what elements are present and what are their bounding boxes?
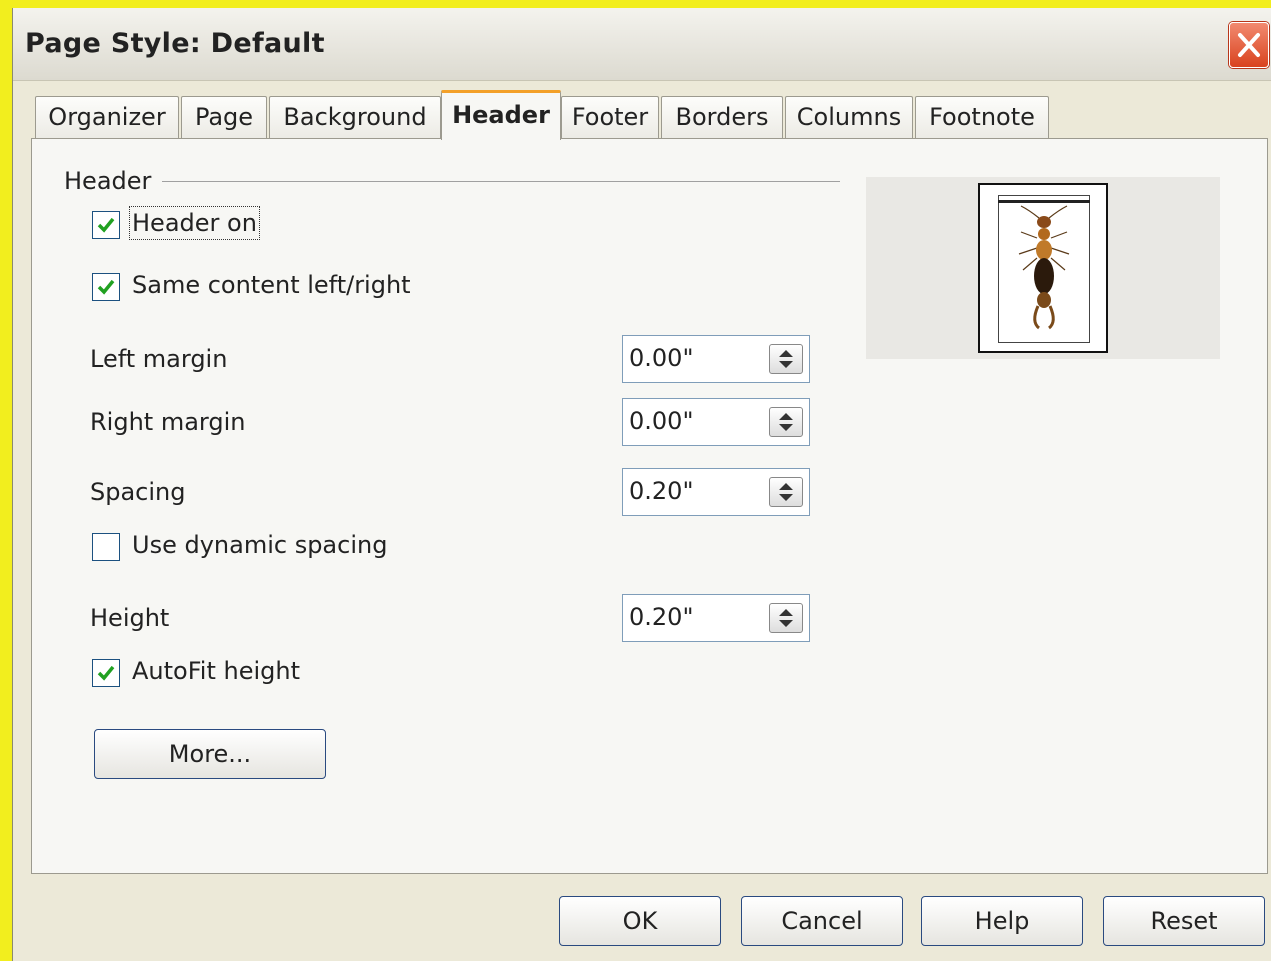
reset-button[interactable]: Reset (1103, 896, 1265, 946)
same-content-label: Same content left/right (132, 271, 411, 299)
cancel-button[interactable]: Cancel (741, 896, 903, 946)
left-margin-value[interactable]: 0.00" (629, 344, 693, 372)
autofit-height-label: AutoFit height (132, 657, 300, 685)
spacing-spin-button[interactable] (769, 477, 803, 507)
spacing-spinbox[interactable]: 0.20" (622, 468, 810, 516)
section-divider (162, 181, 840, 182)
help-button[interactable]: Help (921, 896, 1083, 946)
tab-header[interactable]: Header (441, 90, 561, 140)
close-button[interactable] (1229, 22, 1269, 68)
tab-organizer[interactable]: Organizer (35, 96, 179, 138)
autofit-height-checkbox[interactable] (92, 659, 120, 687)
height-spin-button[interactable] (769, 603, 803, 633)
checkmark-icon (97, 665, 115, 681)
page-style-dialog: Page Style: Default Organizer Page Backg… (12, 8, 1271, 961)
spin-arrows-icon (779, 413, 793, 431)
preview-page (978, 183, 1108, 353)
header-section-title: Header (64, 167, 152, 195)
spin-arrows-icon (779, 609, 793, 627)
title-bar[interactable]: Page Style: Default (13, 8, 1271, 81)
tab-columns[interactable]: Columns (785, 96, 913, 138)
left-margin-label: Left margin (90, 345, 228, 373)
right-margin-value[interactable]: 0.00" (629, 407, 693, 435)
earwig-insect-icon (1018, 205, 1070, 330)
left-margin-spin-button[interactable] (769, 344, 803, 374)
spin-arrows-icon (779, 483, 793, 501)
window-title: Page Style: Default (25, 28, 325, 59)
left-margin-spinbox[interactable]: 0.00" (622, 335, 810, 383)
spacing-label: Spacing (90, 478, 186, 506)
tab-borders[interactable]: Borders (661, 96, 783, 138)
ok-button[interactable]: OK (559, 896, 721, 946)
height-spinbox[interactable]: 0.20" (622, 594, 810, 642)
spin-arrows-icon (779, 350, 793, 368)
same-content-checkbox[interactable] (92, 273, 120, 301)
checkmark-icon (97, 279, 115, 295)
right-margin-label: Right margin (90, 408, 246, 436)
spacing-value[interactable]: 0.20" (629, 477, 693, 505)
header-on-checkbox[interactable] (92, 211, 120, 239)
dynamic-spacing-label: Use dynamic spacing (132, 531, 388, 559)
right-margin-spin-button[interactable] (769, 407, 803, 437)
checkmark-icon (97, 217, 115, 233)
header-tab-panel: Header Header on Same content left/right… (31, 138, 1268, 874)
tab-page[interactable]: Page (181, 96, 267, 138)
right-margin-spinbox[interactable]: 0.00" (622, 398, 810, 446)
header-on-label: Header on (129, 206, 260, 240)
more-button[interactable]: More... (94, 729, 326, 779)
tab-footer[interactable]: Footer (561, 96, 659, 138)
height-label: Height (90, 604, 170, 632)
page-preview (866, 177, 1220, 359)
preview-content-area (998, 195, 1090, 343)
tab-background[interactable]: Background (269, 96, 441, 138)
dynamic-spacing-checkbox[interactable] (92, 533, 120, 561)
close-icon (1238, 33, 1260, 57)
tab-footnote[interactable]: Footnote (915, 96, 1049, 138)
preview-header-line (998, 200, 1090, 203)
height-value[interactable]: 0.20" (629, 603, 693, 631)
